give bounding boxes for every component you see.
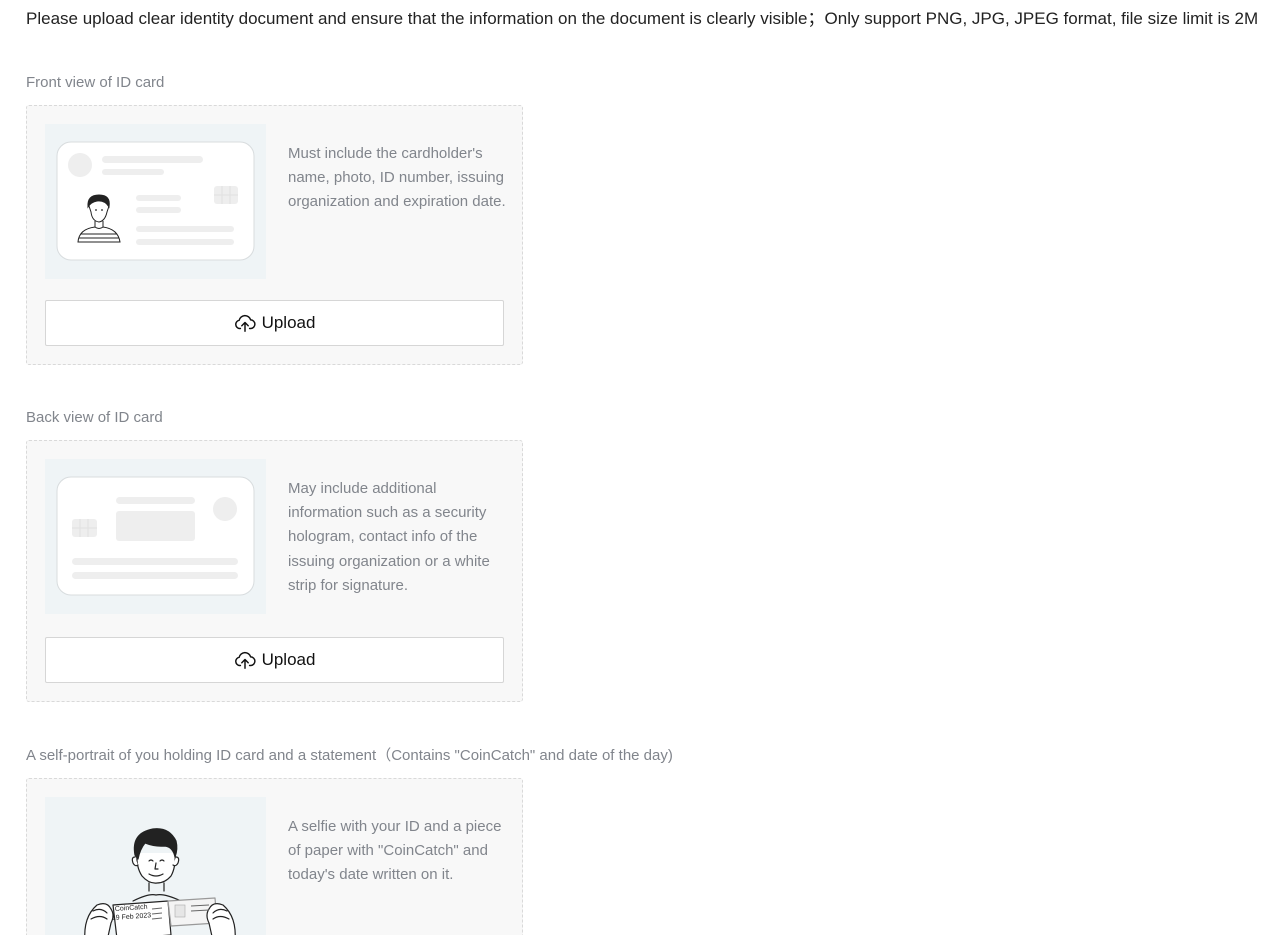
front-id-upload-card: Must include the cardholder's name, phot… bbox=[26, 105, 523, 365]
back-id-upload-button[interactable]: Upload bbox=[45, 637, 504, 683]
back-id-description: May include additional information such … bbox=[288, 480, 490, 594]
back-id-illustration bbox=[45, 459, 266, 614]
upload-button-label: Upload bbox=[261, 313, 316, 332]
back-id-label: Back view of ID card bbox=[26, 409, 163, 426]
selfie-description: A selfie with your ID and a piece of pap… bbox=[288, 818, 502, 884]
selfie-upload-card: CoinCatch 19 Feb 2023 A selfie with your… bbox=[26, 778, 523, 935]
back-id-upload-card: May include additional information such … bbox=[26, 440, 523, 702]
cloud-upload-icon bbox=[234, 649, 256, 671]
front-id-upload-button[interactable]: Upload bbox=[45, 300, 504, 346]
selfie-label: A self-portrait of you holding ID card a… bbox=[26, 747, 673, 764]
kyc-upload-page: Please upload clear identity document an… bbox=[0, 0, 1280, 935]
upload-button-label: Upload bbox=[261, 650, 316, 669]
front-id-label: Front view of ID card bbox=[26, 74, 165, 91]
front-id-illustration bbox=[45, 124, 266, 279]
selfie-illustration: CoinCatch 19 Feb 2023 bbox=[45, 797, 266, 935]
cloud-upload-icon bbox=[234, 312, 256, 334]
upload-instructions: Please upload clear identity document an… bbox=[26, 9, 1259, 28]
front-id-description: Must include the cardholder's name, phot… bbox=[288, 145, 506, 211]
